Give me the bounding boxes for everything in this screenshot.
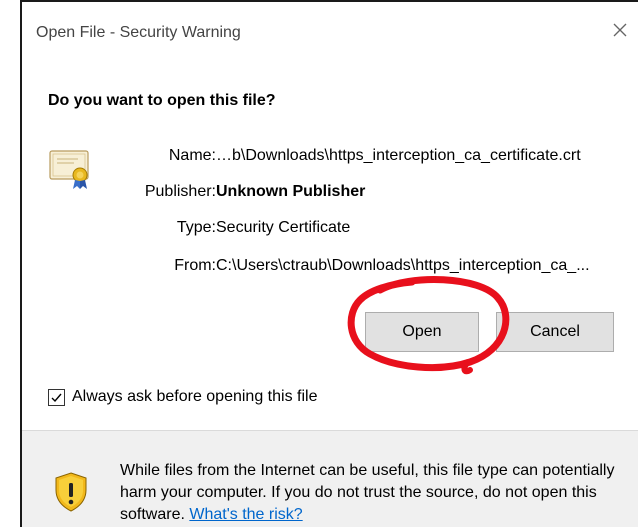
publisher-value: Unknown Publisher bbox=[216, 183, 366, 200]
name-label: Name: bbox=[168, 147, 216, 164]
type-value: Security Certificate bbox=[216, 219, 351, 236]
from-label: From: bbox=[174, 257, 216, 274]
red-annotation-circle bbox=[340, 270, 518, 380]
dialog-heading: Do you want to open this file? bbox=[48, 92, 276, 109]
window-title: Open File - Security Warning bbox=[36, 24, 241, 41]
close-icon[interactable] bbox=[608, 18, 632, 42]
always-ask-label: Always ask before opening this file bbox=[72, 388, 318, 405]
whats-the-risk-link[interactable]: What's the risk? bbox=[189, 506, 302, 523]
shield-warning-icon bbox=[54, 472, 88, 512]
checkmark-icon bbox=[51, 393, 62, 403]
title-bar: Open File - Security Warning bbox=[22, 2, 638, 58]
name-value: …b\Downloads\https_interception_ca_certi… bbox=[216, 147, 581, 164]
type-label: Type: bbox=[176, 219, 216, 236]
publisher-label: Publisher: bbox=[144, 183, 216, 200]
security-warning-dialog: Open File - Security Warning Do you want… bbox=[20, 0, 638, 527]
warning-text: While files from the Internet can be use… bbox=[120, 460, 620, 526]
always-ask-checkbox[interactable] bbox=[48, 389, 65, 406]
